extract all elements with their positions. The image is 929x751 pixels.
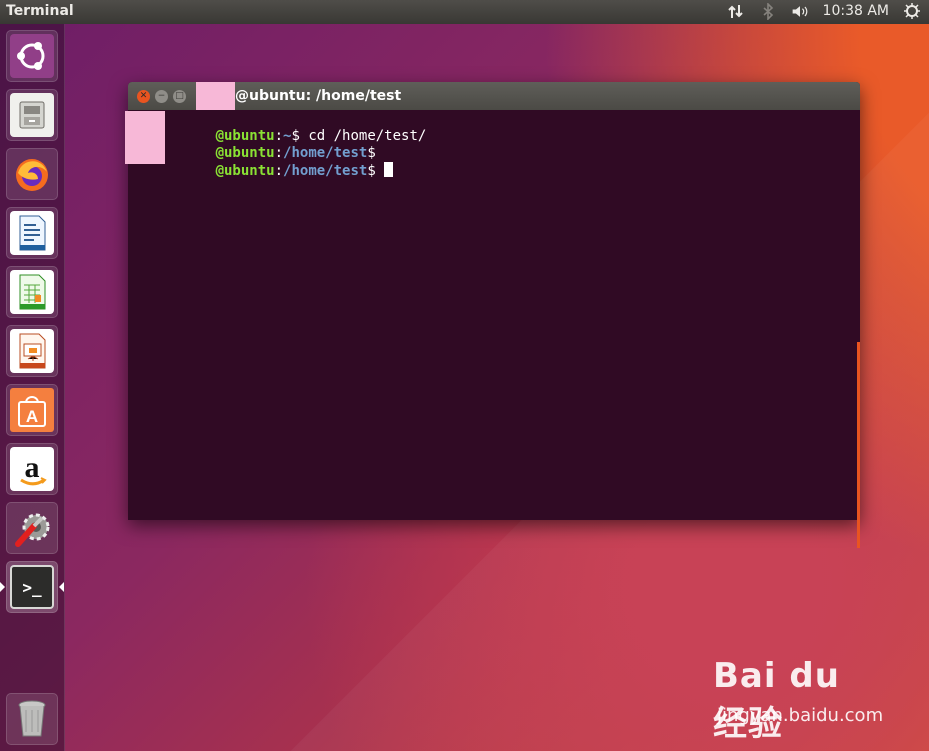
bluetooth-icon[interactable] xyxy=(759,2,777,20)
terminal-prompt-glyph: >_ xyxy=(22,577,42,597)
terminal-line-2: @ubuntu:/home/test$ xyxy=(165,128,376,161)
ubuntu-logo-icon xyxy=(10,34,54,78)
writer-document-icon xyxy=(10,211,54,255)
terminal-running-marker-right xyxy=(59,582,64,592)
terminal-scroll-edge[interactable] xyxy=(857,342,860,548)
username-redaction-title xyxy=(196,82,235,110)
minimize-icon[interactable]: − xyxy=(155,90,168,103)
maximize-icon[interactable]: □ xyxy=(173,90,186,103)
settings-wrench-gear-icon xyxy=(10,506,54,550)
host-label: @ubuntu xyxy=(215,163,275,179)
system-tray: 10:38 AM xyxy=(727,2,921,20)
prompt-symbol: $ xyxy=(367,163,376,179)
calc-spreadsheet-icon xyxy=(10,270,54,314)
close-icon[interactable]: ✕ xyxy=(137,90,150,103)
firefox-icon xyxy=(10,152,54,196)
impress-launcher-button[interactable] xyxy=(6,325,58,377)
volume-icon[interactable] xyxy=(791,2,809,20)
power-icon[interactable] xyxy=(903,2,921,20)
software-center-bag-icon: A xyxy=(10,388,54,432)
terminal-window[interactable]: ✕ − □ @ubuntu: /home/test @ubuntu:~$ cd … xyxy=(125,82,860,548)
calc-launcher-button[interactable] xyxy=(6,266,58,318)
terminal-icon: >_ xyxy=(10,565,54,609)
terminal-running-marker-left xyxy=(0,582,5,592)
amazon-letter: a xyxy=(25,451,40,484)
software-letter: A xyxy=(26,407,38,426)
file-cabinet-icon xyxy=(10,93,54,137)
text-cursor xyxy=(383,162,393,177)
username-redaction-lines xyxy=(125,111,165,164)
amazon-icon: a xyxy=(10,447,54,491)
terminal-launcher-button[interactable]: >_ xyxy=(6,561,58,613)
impress-presentation-icon xyxy=(10,329,54,373)
path-separator: : xyxy=(274,163,284,179)
terminal-titlebar[interactable]: ✕ − □ @ubuntu: /home/test xyxy=(128,82,860,110)
trash-icon xyxy=(10,697,54,741)
watermark-url: jingyan.baidu.com xyxy=(717,705,884,726)
ubuntu-dash-button[interactable] xyxy=(6,30,58,82)
files-launcher-button[interactable] xyxy=(6,89,58,141)
active-app-name: Terminal xyxy=(6,3,74,19)
amazon-launcher-button[interactable]: a xyxy=(6,443,58,495)
network-icon[interactable] xyxy=(727,2,745,20)
current-path: /home/test xyxy=(283,163,368,179)
launcher: A a >_ xyxy=(0,24,65,751)
terminal-output-area[interactable]: @ubuntu:~$ cd /home/test/ @ubuntu:/home/… xyxy=(125,110,860,548)
top-panel: Terminal 10:38 AM xyxy=(0,0,929,24)
firefox-launcher-button[interactable] xyxy=(6,148,58,200)
software-launcher-button[interactable]: A xyxy=(6,384,58,436)
terminal-title: @ubuntu: /home/test xyxy=(235,88,402,104)
writer-launcher-button[interactable] xyxy=(6,207,58,259)
terminal-line-3[interactable]: @ubuntu:/home/test$ xyxy=(165,145,393,179)
baidu-watermark: Bai du 经验 jingyan.baidu.com xyxy=(713,656,884,744)
terminal-line-1: @ubuntu:~$ cd /home/test/ xyxy=(165,111,427,144)
trash-launcher-button[interactable] xyxy=(6,693,58,745)
clock[interactable]: 10:38 AM xyxy=(823,3,889,19)
settings-launcher-button[interactable] xyxy=(6,502,58,554)
watermark-brand: Bai du 经验 xyxy=(713,656,840,744)
